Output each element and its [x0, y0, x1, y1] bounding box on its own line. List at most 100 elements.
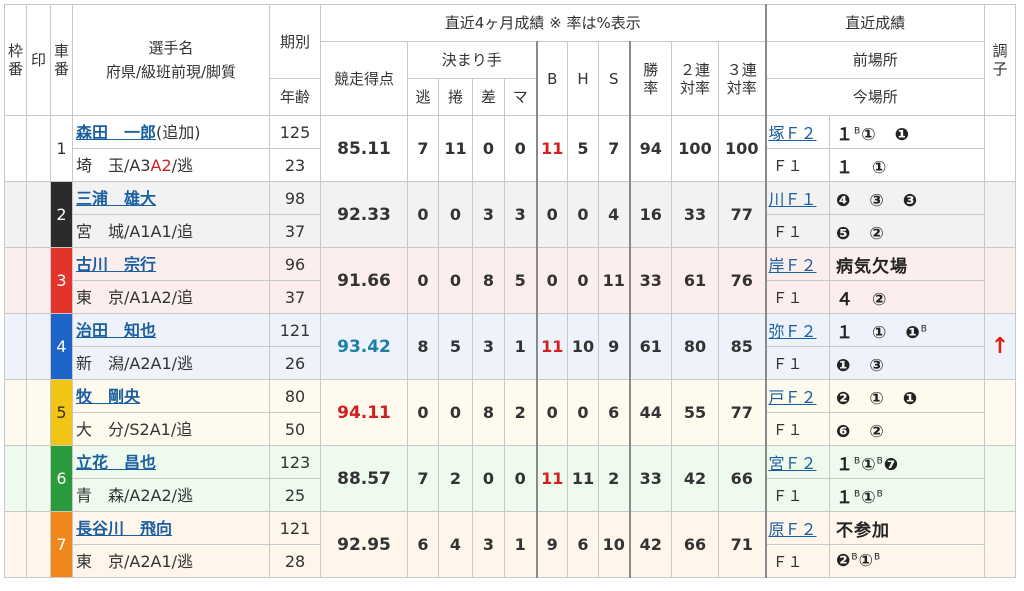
rider-name[interactable]: 牧 剛央	[72, 379, 270, 413]
mark-cell[interactable]	[26, 247, 51, 314]
rider-name-link[interactable]: 牧 剛央	[76, 387, 140, 406]
header-recent4: 直近4ヶ月成績 ※ 率は%表示	[320, 4, 766, 42]
ren2-rate: 66	[671, 511, 719, 578]
nige-count: 7	[407, 115, 439, 182]
nige-count: 0	[407, 247, 439, 314]
header-makuri: 捲	[438, 78, 473, 116]
race-score: 91.66	[320, 247, 408, 314]
prev-venue-link[interactable]: 宮Ｆ２	[764, 445, 830, 479]
prev-venue-link[interactable]: 戸Ｆ２	[764, 379, 830, 413]
car-number: 4	[50, 313, 73, 380]
prev-venue-link[interactable]: 岸Ｆ２	[764, 247, 830, 281]
rider-name[interactable]: 古川 宗行	[72, 247, 270, 281]
prev-results: ❷ ① ❶	[829, 379, 985, 413]
header-cur-venue: 今場所	[764, 78, 985, 116]
race-score: 92.95	[320, 511, 408, 578]
win-rate: 33	[628, 247, 672, 314]
win-rate: 33	[628, 445, 672, 512]
mark-count: 0	[504, 115, 537, 182]
rider-name[interactable]: 長谷川 飛向	[72, 511, 270, 545]
period: 125	[269, 115, 321, 149]
condition-arrow-icon	[984, 445, 1016, 512]
h-count: 0	[567, 181, 599, 248]
cur-venue: Ｆ１	[764, 214, 830, 248]
s-count: 2	[598, 445, 630, 512]
mark-cell[interactable]	[26, 115, 51, 182]
rider-name[interactable]: 立花 昌也	[72, 445, 270, 479]
b-count: 0	[535, 247, 568, 314]
ren2-rate: 100	[671, 115, 719, 182]
rider-name-link[interactable]: 森田 一郎	[76, 123, 156, 142]
ren3-rate: 100	[718, 115, 766, 182]
mark-count: 1	[504, 313, 537, 380]
s-count: 10	[598, 511, 630, 578]
ren3-rate: 85	[718, 313, 766, 380]
mark-cell[interactable]	[26, 181, 51, 248]
mark-count: 1	[504, 511, 537, 578]
win-rate: 61	[628, 313, 672, 380]
car-number: 1	[50, 115, 73, 182]
car-number: 5	[50, 379, 73, 446]
waku-cell	[4, 115, 27, 182]
header-prev-venue: 前場所	[764, 41, 985, 79]
table-row: 1 森田 一郎(追加) 125 85.11 7 11 0 0 11 5 7 94 100 100 塚Ｆ２ １B…	[4, 115, 1016, 182]
sashi-count: 3	[472, 181, 505, 248]
age: 50	[269, 412, 321, 446]
waku-cell	[4, 445, 27, 512]
rider-pref: 宮 城/A1A1/追	[72, 214, 270, 248]
s-count: 6	[598, 379, 630, 446]
prev-results: １B①B❼	[829, 445, 985, 479]
header-name: 選手名 府県/級班前現/脚質	[72, 4, 270, 116]
sashi-count: 8	[472, 379, 505, 446]
makuri-count: 0	[438, 247, 473, 314]
prev-venue-link[interactable]: 川Ｆ１	[764, 181, 830, 215]
b-count: 0	[535, 379, 568, 446]
prev-venue-link[interactable]: 塚Ｆ２	[764, 115, 830, 149]
rider-name[interactable]: 治田 知也	[72, 313, 270, 347]
condition-arrow-icon: ↑	[984, 313, 1016, 380]
makuri-count: 0	[438, 181, 473, 248]
mark-cell[interactable]	[26, 313, 51, 380]
sashi-count: 0	[472, 115, 505, 182]
prev-results: １ ① ❶B	[829, 313, 985, 347]
cur-venue: Ｆ１	[764, 280, 830, 314]
rider-name-link[interactable]: 三浦 雄大	[76, 189, 156, 208]
sashi-count: 0	[472, 445, 505, 512]
header-pref-label: 府県/級班前現/脚質	[105, 63, 237, 81]
mark-cell[interactable]	[26, 511, 51, 578]
rider-name-link[interactable]: 古川 宗行	[76, 255, 156, 274]
nige-count: 0	[407, 379, 439, 446]
rider-name[interactable]: 森田 一郎(追加)	[72, 115, 270, 149]
mark-cell[interactable]	[26, 445, 51, 512]
nige-count: 8	[407, 313, 439, 380]
rider-name-link[interactable]: 立花 昌也	[76, 453, 156, 472]
cur-results: ❷B①B	[829, 544, 985, 578]
rider-name-link[interactable]: 長谷川 飛向	[76, 519, 172, 538]
header-score: 競走得点	[320, 41, 408, 116]
race-score: 93.42	[320, 313, 408, 380]
condition-arrow-icon	[984, 181, 1016, 248]
header-ren3: ３連対率	[718, 41, 766, 116]
makuri-count: 2	[438, 445, 473, 512]
prev-venue-link[interactable]: 原Ｆ２	[764, 511, 830, 545]
rider-name[interactable]: 三浦 雄大	[72, 181, 270, 215]
s-count: 4	[598, 181, 630, 248]
rider-name-link[interactable]: 治田 知也	[76, 321, 156, 340]
age: 25	[269, 478, 321, 512]
race-score: 88.57	[320, 445, 408, 512]
table-row: 7 長谷川 飛向 121 92.95 6 4 3 1 9 6 10 42 66 71 原Ｆ２ 不参加	[4, 511, 1016, 578]
ren2-rate: 55	[671, 379, 719, 446]
h-count: 0	[567, 379, 599, 446]
mark-cell[interactable]	[26, 379, 51, 446]
h-count: 11	[567, 445, 599, 512]
mark-count: 2	[504, 379, 537, 446]
nige-count: 6	[407, 511, 439, 578]
rider-pref: 大 分/S2A1/追	[72, 412, 270, 446]
header-shirushi: 印	[26, 4, 51, 116]
header-mark: マ	[504, 78, 537, 116]
win-rate: 42	[628, 511, 672, 578]
header-condition: 調子	[984, 4, 1016, 116]
h-count: 5	[567, 115, 599, 182]
waku-cell	[4, 313, 27, 380]
prev-venue-link[interactable]: 弥Ｆ２	[764, 313, 830, 347]
